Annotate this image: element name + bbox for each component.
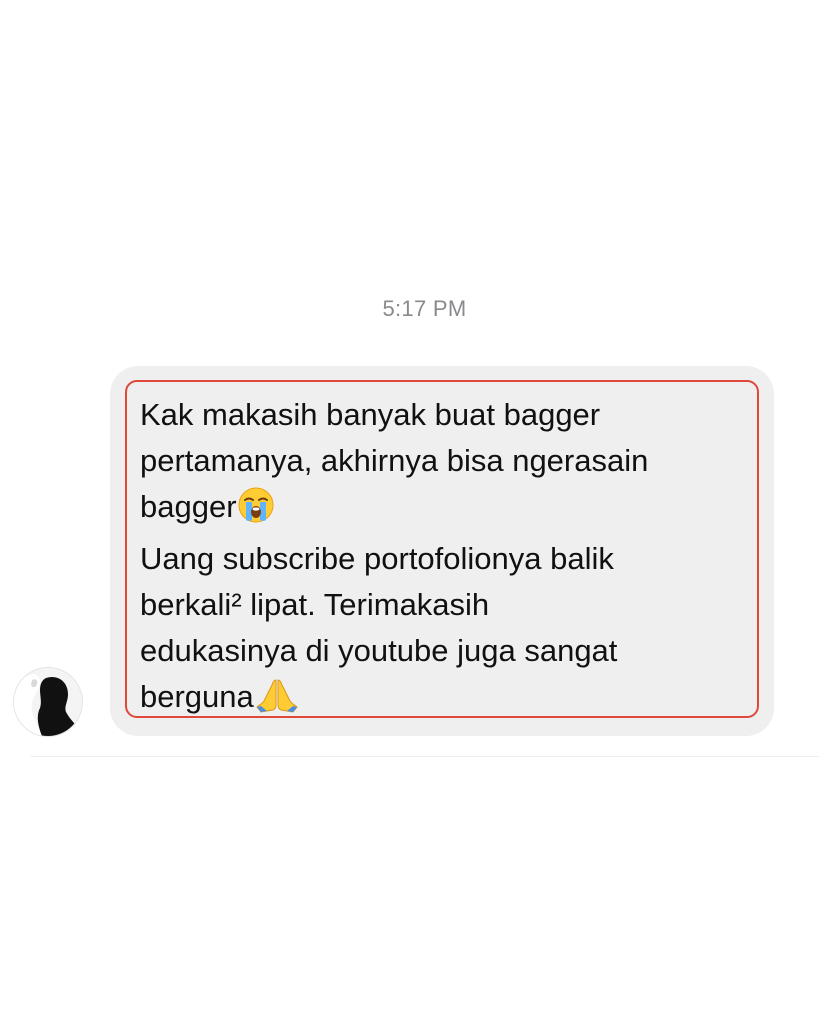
folded-hands-icon [255, 677, 299, 726]
loudly-crying-face-icon [238, 487, 274, 536]
message-line: edukasinya di youtube juga sangat [140, 633, 618, 668]
message-line: Uang subscribe portofolionya balik [140, 541, 614, 576]
message-line-text: berguna [140, 679, 254, 714]
message-line: berguna [140, 674, 752, 726]
message-text: Kak makasih banyak buat bagger pertamany… [140, 392, 752, 726]
message-line-text: bagger [140, 489, 237, 524]
message-line: berkali² lipat. Terimakasih [140, 587, 490, 622]
sender-avatar[interactable] [14, 668, 82, 736]
divider-line [30, 756, 819, 757]
chat-timestamp: 5:17 PM [382, 296, 467, 321]
silhouette-avatar-icon [14, 668, 82, 736]
message-line: Kak makasih banyak buat bagger [140, 397, 601, 432]
message-line: pertamanya, akhirnya bisa ngerasain [140, 443, 649, 478]
message-line: bagger [140, 484, 752, 536]
